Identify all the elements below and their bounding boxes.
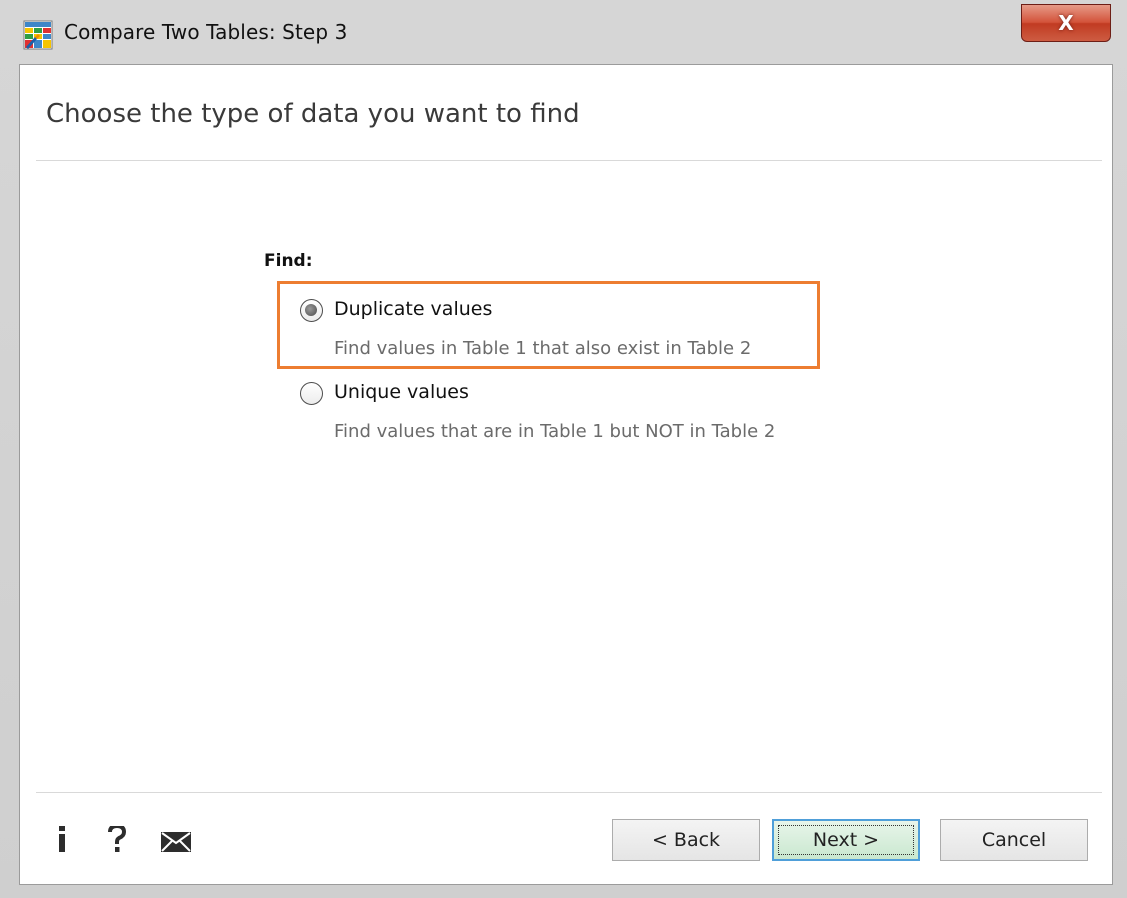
close-icon: X (1058, 11, 1074, 35)
next-button[interactable]: Next > (772, 819, 920, 861)
focus-rectangle (778, 825, 914, 855)
cancel-button-label: Cancel (981, 829, 1047, 851)
footer-divider (36, 792, 1102, 793)
wizard-panel: Choose the type of data you want to find… (19, 64, 1113, 885)
app-icon (23, 20, 53, 50)
duplicate-values-label[interactable]: Duplicate values (334, 298, 492, 320)
back-button[interactable]: < Back (612, 819, 760, 861)
find-label: Find: (264, 251, 313, 271)
page-title: Choose the type of data you want to find (46, 99, 580, 129)
unique-values-description: Find values that are in Table 1 but NOT … (334, 421, 776, 442)
duplicate-values-description: Find values in Table 1 that also exist i… (334, 338, 752, 359)
back-button-label: < Back (651, 829, 721, 851)
mail-icon[interactable] (161, 832, 191, 852)
title-bar[interactable]: Compare Two Tables: Step 3 X (0, 0, 1127, 64)
unique-values-label[interactable]: Unique values (334, 381, 469, 403)
window-title: Compare Two Tables: Step 3 (64, 20, 348, 44)
info-icon[interactable] (56, 826, 68, 852)
cancel-button[interactable]: Cancel (940, 819, 1088, 861)
help-icon[interactable] (108, 826, 126, 852)
dialog-window: Compare Two Tables: Step 3 X Choose the … (0, 0, 1127, 898)
unique-values-radio[interactable] (300, 382, 323, 405)
header-divider (36, 160, 1102, 161)
duplicate-values-radio[interactable] (300, 299, 323, 322)
close-button[interactable]: X (1021, 4, 1111, 42)
